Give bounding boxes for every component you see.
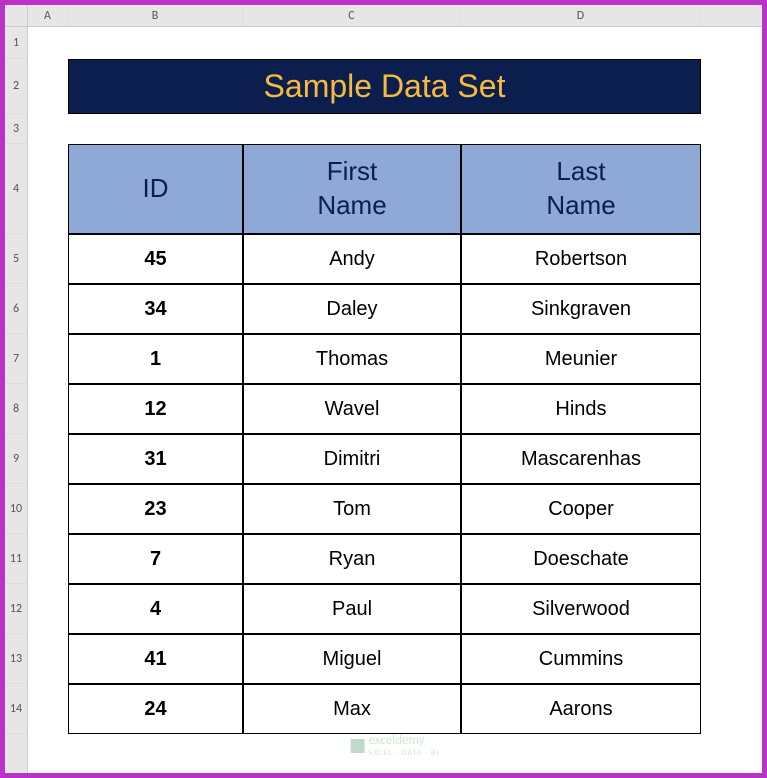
header-last-name[interactable]: Last Name bbox=[461, 144, 701, 234]
cell-last[interactable]: Aarons bbox=[461, 684, 701, 734]
header-id[interactable]: ID bbox=[68, 144, 243, 234]
cell-id[interactable]: 12 bbox=[68, 384, 243, 434]
table-row: 24 Max Aarons bbox=[68, 684, 701, 734]
col-header-b[interactable]: B bbox=[68, 5, 243, 26]
cell-id[interactable]: 31 bbox=[68, 434, 243, 484]
row-header-5[interactable]: 5 bbox=[5, 234, 27, 284]
table-row: 1 Thomas Meunier bbox=[68, 334, 701, 384]
row-header-9[interactable]: 9 bbox=[5, 434, 27, 484]
row-header-10[interactable]: 10 bbox=[5, 484, 27, 534]
excel-icon bbox=[351, 739, 365, 753]
cell-id[interactable]: 7 bbox=[68, 534, 243, 584]
table-row: 45 Andy Robertson bbox=[68, 234, 701, 284]
cell-id[interactable]: 4 bbox=[68, 584, 243, 634]
col-header-a[interactable]: A bbox=[28, 5, 68, 26]
table-row: 41 Miguel Cummins bbox=[68, 634, 701, 684]
row-header-4[interactable]: 4 bbox=[5, 144, 27, 234]
cell-first[interactable]: Dimitri bbox=[243, 434, 461, 484]
table-row: 34 Daley Sinkgraven bbox=[68, 284, 701, 334]
cell-last[interactable]: Meunier bbox=[461, 334, 701, 384]
table-row: 4 Paul Silverwood bbox=[68, 584, 701, 634]
cell-first[interactable]: Ryan bbox=[243, 534, 461, 584]
col-header-c[interactable]: C bbox=[243, 5, 461, 26]
cell-id[interactable]: 34 bbox=[68, 284, 243, 334]
table-row: 23 Tom Cooper bbox=[68, 484, 701, 534]
row-header-3[interactable]: 3 bbox=[5, 114, 27, 144]
cell-last[interactable]: Doeschate bbox=[461, 534, 701, 584]
title-cell[interactable]: Sample Data Set bbox=[68, 59, 701, 114]
row-header-1[interactable]: 1 bbox=[5, 27, 27, 59]
table-row: 7 Ryan Doeschate bbox=[68, 534, 701, 584]
cell-last[interactable]: Silverwood bbox=[461, 584, 701, 634]
cell-id[interactable]: 45 bbox=[68, 234, 243, 284]
watermark-brand: exceldemy bbox=[369, 733, 440, 748]
cell-last[interactable]: Hinds bbox=[461, 384, 701, 434]
row-header-7[interactable]: 7 bbox=[5, 334, 27, 384]
grid-area: A B C D Sample Data Set ID First Name La… bbox=[28, 5, 762, 773]
cell-first[interactable]: Tom bbox=[243, 484, 461, 534]
table-header-row: ID First Name Last Name bbox=[68, 144, 701, 234]
row-header-14[interactable]: 14 bbox=[5, 684, 27, 734]
cell-last[interactable]: Cooper bbox=[461, 484, 701, 534]
cell-last[interactable]: Sinkgraven bbox=[461, 284, 701, 334]
cell-last[interactable]: Mascarenhas bbox=[461, 434, 701, 484]
row-headers: 1 2 3 4 5 6 7 8 9 10 11 12 13 14 bbox=[5, 5, 28, 773]
cell-id[interactable]: 23 bbox=[68, 484, 243, 534]
cell-first[interactable]: Miguel bbox=[243, 634, 461, 684]
cell-first[interactable]: Wavel bbox=[243, 384, 461, 434]
cell-first[interactable]: Paul bbox=[243, 584, 461, 634]
cell-last[interactable]: Robertson bbox=[461, 234, 701, 284]
data-table: ID First Name Last Name 45 Andy Robertso… bbox=[68, 144, 701, 734]
table-row: 31 Dimitri Mascarenhas bbox=[68, 434, 701, 484]
cell-first[interactable]: Andy bbox=[243, 234, 461, 284]
row-header-6[interactable]: 6 bbox=[5, 284, 27, 334]
cells-area[interactable]: Sample Data Set ID First Name Last Name … bbox=[28, 27, 762, 773]
row-header-11[interactable]: 11 bbox=[5, 534, 27, 584]
header-first-name[interactable]: First Name bbox=[243, 144, 461, 234]
column-headers: A B C D bbox=[28, 5, 762, 27]
cell-id[interactable]: 1 bbox=[68, 334, 243, 384]
cell-first[interactable]: Max bbox=[243, 684, 461, 734]
row-header-13[interactable]: 13 bbox=[5, 634, 27, 684]
cell-id[interactable]: 41 bbox=[68, 634, 243, 684]
select-all-corner[interactable] bbox=[5, 5, 27, 27]
cell-id[interactable]: 24 bbox=[68, 684, 243, 734]
row-header-8[interactable]: 8 bbox=[5, 384, 27, 434]
row-header-12[interactable]: 12 bbox=[5, 584, 27, 634]
watermark-tagline: EXCEL · DATA · BI bbox=[369, 748, 440, 758]
watermark: exceldemy EXCEL · DATA · BI bbox=[351, 733, 440, 758]
col-header-d[interactable]: D bbox=[461, 5, 701, 26]
spreadsheet: 1 2 3 4 5 6 7 8 9 10 11 12 13 14 A B C D… bbox=[5, 5, 762, 773]
row-header-2[interactable]: 2 bbox=[5, 59, 27, 114]
table-row: 12 Wavel Hinds bbox=[68, 384, 701, 434]
cell-first[interactable]: Thomas bbox=[243, 334, 461, 384]
cell-first[interactable]: Daley bbox=[243, 284, 461, 334]
cell-last[interactable]: Cummins bbox=[461, 634, 701, 684]
